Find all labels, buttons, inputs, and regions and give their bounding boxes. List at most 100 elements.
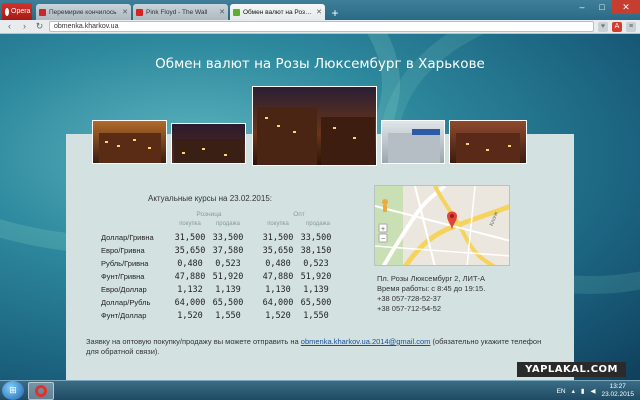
phone-2: +38 057-712-54-52 <box>377 304 442 313</box>
wholesale-sell-value: 1,139 <box>303 284 329 295</box>
url-field[interactable]: obmenka.kharkov.ua <box>49 21 594 32</box>
retail-sell-value: 1,550 <box>215 310 241 321</box>
working-hours: Время работы: с 8:45 до 19:15. <box>377 284 486 293</box>
retail-buy-value: 1,520 <box>177 310 203 321</box>
page-title: Обмен валют на Розы Люксембург в Харьков… <box>155 56 485 72</box>
web-page: Обмен валют на Розы Люксембург в Харьков… <box>0 34 640 380</box>
menu-icon[interactable]: ≡ <box>626 21 636 32</box>
rate-row: Евро/Доллар 1,132 1,139 1,130 1,139 <box>101 284 335 295</box>
office-photo <box>381 120 445 164</box>
wholesale-request-note: Заявку на оптовую покупку/продажу вы мож… <box>86 337 546 357</box>
photo-strip <box>92 86 532 168</box>
address-line: Пл. Розы Люксембург 2, ЛИТ-А <box>377 274 486 283</box>
tab-2[interactable]: Pink Floyd - The Wall ✕ <box>133 4 228 20</box>
reload-icon[interactable]: ↻ <box>34 21 45 32</box>
email-link[interactable]: obmenka.kharkov.ua.2014@gmail.com <box>301 337 431 346</box>
tab-close-icon[interactable]: ✕ <box>219 8 225 16</box>
close-icon[interactable]: ✕ <box>612 0 640 14</box>
retail-buy-value: 1,132 <box>177 284 203 295</box>
content-panel: Актуальные курсы на 23.02.2015: Розница … <box>66 134 574 380</box>
rate-row: Рубль/Гривна 0,480 0,523 0,480 0,523 <box>101 258 335 269</box>
wholesale-sell-value: 33,500 <box>300 232 332 243</box>
taskbar-opera-icon[interactable] <box>28 381 54 400</box>
opera-menu-button[interactable]: Opera <box>2 3 32 20</box>
forward-icon[interactable]: › <box>19 21 30 32</box>
minimize-icon[interactable]: – <box>572 0 592 14</box>
rate-row: Фунт/Гривна 47,880 51,920 47,880 51,920 <box>101 271 335 282</box>
retail-group-header: Розница <box>196 211 222 218</box>
clock[interactable]: 13:27 23.02.2015 <box>601 383 634 399</box>
adblock-icon[interactable]: A <box>612 21 622 32</box>
retail-buy-value: 35,650 <box>174 245 206 256</box>
wholesale-buy-value: 47,880 <box>262 271 294 282</box>
wholesale-sell-value: 38,150 <box>300 245 332 256</box>
tab-3-active[interactable]: Обмен валют на Розы Л ✕ <box>230 4 325 20</box>
rates-heading: Актуальные курсы на 23.02.2015: <box>148 194 272 203</box>
wholesale-sell-value: 0,523 <box>303 258 329 269</box>
volume-icon[interactable]: ◀ <box>590 387 595 395</box>
wholesale-sell-value: 65,500 <box>300 297 332 308</box>
rate-pair: Доллар/Гривна <box>101 233 154 242</box>
tab-favicon-icon <box>39 8 46 16</box>
rate-pair: Рубль/Гривна <box>101 259 149 268</box>
youtube-favicon-icon <box>136 8 143 16</box>
taskbar: ⊞ EN ▴ ▮ ◀ 13:27 23.02.2015 <box>0 380 640 400</box>
browser-tab-bar: Opera Перемирие кончилось ✕ Pink Floyd -… <box>0 0 640 20</box>
phone-1: +38 057-728-52-37 <box>377 294 442 303</box>
tab-close-icon[interactable]: ✕ <box>122 8 128 16</box>
network-icon[interactable]: ▮ <box>581 387 585 395</box>
back-icon[interactable]: ‹ <box>4 21 15 32</box>
new-tab-icon[interactable]: + <box>327 6 343 20</box>
maximize-icon[interactable]: □ <box>592 0 612 14</box>
wholesale-sell-value: 51,920 <box>300 271 332 282</box>
wholesale-group-header: Опт <box>293 211 305 218</box>
office-photo <box>449 120 527 164</box>
rate-pair: Доллар/Рубль <box>101 298 151 307</box>
map-graphic: + − <box>375 186 509 265</box>
wholesale-buy-header: покупка <box>267 221 289 227</box>
rate-row: Фунт/Доллар 1,520 1,550 1,520 1,550 <box>101 310 335 321</box>
rate-pair: Евро/Доллар <box>101 285 147 294</box>
office-photo-main <box>252 86 377 166</box>
address-bar: ‹ › ↻ obmenka.kharkov.ua ♥ A ≡ <box>0 20 640 34</box>
opera-menu-label: Opera <box>11 8 31 15</box>
language-indicator[interactable]: EN <box>557 388 566 395</box>
wholesale-sell-header: продажа <box>306 221 330 227</box>
office-photo <box>171 123 246 164</box>
system-tray: EN ▴ ▮ ◀ 13:27 23.02.2015 <box>557 381 640 400</box>
wholesale-buy-value: 31,500 <box>262 232 294 243</box>
tab-label: Pink Floyd - The Wall <box>146 8 208 16</box>
clock-date: 23.02.2015 <box>601 391 634 398</box>
office-photo <box>92 120 167 164</box>
wholesale-sell-value: 1,550 <box>303 310 329 321</box>
bank-sign <box>412 129 440 135</box>
window-controls: – □ ✕ <box>572 0 640 14</box>
wholesale-buy-value: 1,520 <box>265 310 291 321</box>
retail-buy-value: 0,480 <box>177 258 203 269</box>
rate-pair: Евро/Гривна <box>101 246 145 255</box>
svg-text:+: + <box>381 226 385 233</box>
retail-sell-value: 65,500 <box>212 297 244 308</box>
rate-pair: Фунт/Гривна <box>101 272 145 281</box>
location-map[interactable]: + − Клочк <box>374 185 510 266</box>
rate-row: Евро/Гривна 35,650 37,580 35,650 38,150 <box>101 245 335 256</box>
tray-flag-icon[interactable]: ▴ <box>572 387 575 395</box>
tab-1[interactable]: Перемирие кончилось ✕ <box>36 4 131 20</box>
bookmark-icon[interactable]: ♥ <box>598 21 608 32</box>
wholesale-buy-value: 1,130 <box>265 284 291 295</box>
retail-sell-value: 1,139 <box>215 284 241 295</box>
rate-row: Доллар/Рубль 64,000 65,500 64,000 65,500 <box>101 297 335 308</box>
opera-icon <box>5 7 9 16</box>
rate-row: Доллар/Гривна 31,500 33,500 31,500 33,50… <box>101 232 335 243</box>
watermark-logo: YAPLAKAL.COM <box>517 362 626 377</box>
tab-label: Перемирие кончилось <box>49 8 117 16</box>
retail-sell-header: продажа <box>216 221 240 227</box>
wholesale-buy-value: 0,480 <box>265 258 291 269</box>
retail-buy-value: 64,000 <box>174 297 206 308</box>
svg-text:−: − <box>381 236 385 243</box>
retail-sell-value: 0,523 <box>215 258 241 269</box>
wholesale-buy-value: 64,000 <box>262 297 294 308</box>
start-button-icon[interactable]: ⊞ <box>2 381 24 400</box>
note-text-before: Заявку на оптовую покупку/продажу вы мож… <box>86 337 301 346</box>
tab-close-icon[interactable]: ✕ <box>316 8 322 16</box>
